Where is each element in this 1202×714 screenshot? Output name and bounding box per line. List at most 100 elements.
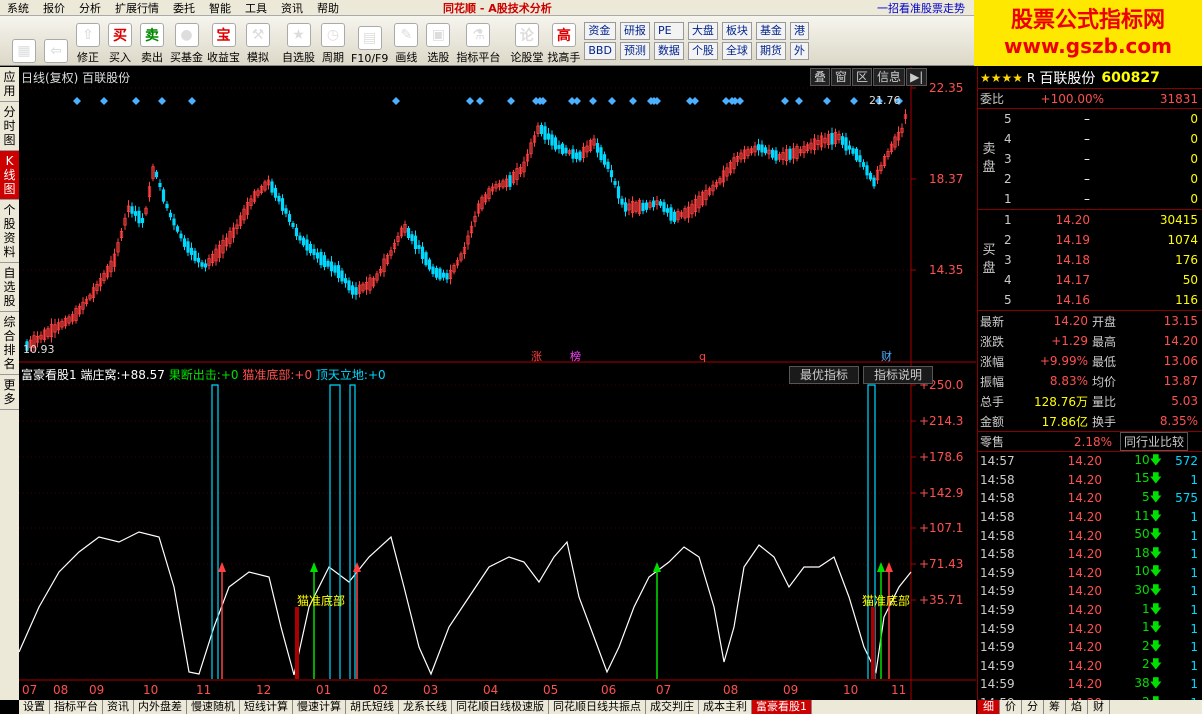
toolbar-dropdown[interactable]: 基金 <box>755 22 786 40</box>
quote-tab[interactable]: 价 <box>1000 700 1022 714</box>
left-tab[interactable]: 自选股 <box>0 263 19 312</box>
hammer-icon: ⚒ <box>246 23 270 47</box>
month-label: 11 <box>891 683 906 697</box>
indicator-tab[interactable]: 成交判庄 <box>646 700 699 714</box>
toolbar-button-label: 买入 <box>109 51 131 64</box>
toolbar-dropdown[interactable]: 个股 <box>687 42 718 60</box>
left-tab[interactable]: 个股资料 <box>0 200 19 263</box>
toolbar-button[interactable]: ◷ 周期 <box>319 17 347 65</box>
indicator-help-button[interactable]: 指标说明 <box>863 366 934 384</box>
toolbar-button[interactable]: ● 买基金 <box>170 17 203 65</box>
tick-price: 14.20 <box>1067 603 1102 618</box>
toolbar-dropdown[interactable]: 期货 <box>755 42 786 60</box>
best-indicator-button[interactable]: 最优指标 <box>789 366 860 384</box>
toolbar-button[interactable]: ▤ F10/F9 <box>351 17 388 65</box>
indicator-tab[interactable]: 慢速计算 <box>293 700 346 714</box>
candle-body <box>623 202 628 212</box>
tick-time: 14:57 <box>980 454 1015 469</box>
toolbar-button[interactable]: ✎ 画线 <box>392 17 420 65</box>
quote-tab[interactable]: 细 <box>978 700 1000 714</box>
quote-tab[interactable]: 分 <box>1022 700 1044 714</box>
quote-tab[interactable]: 财 <box>1088 700 1110 714</box>
indicator-tab[interactable]: 短线计算 <box>240 700 293 714</box>
info-button[interactable]: 信息 <box>873 68 906 86</box>
candle-body <box>763 147 768 154</box>
candle-body <box>441 272 446 278</box>
range-button[interactable]: 区 <box>852 68 873 86</box>
quote-tab[interactable]: 焰 <box>1066 700 1088 714</box>
stat-label: 金额 <box>980 414 1005 429</box>
menu-item[interactable]: 工具 <box>238 0 274 16</box>
indicator-tab[interactable]: 慢速随机 <box>187 700 240 714</box>
menu-item[interactable]: 分析 <box>72 0 108 16</box>
toolbar-button[interactable]: 宝收益宝 <box>207 17 240 65</box>
toolbar-button[interactable]: 买买入 <box>106 17 134 65</box>
menu-item[interactable]: 系统 <box>0 0 36 16</box>
stat-value: 17.86亿 <box>1041 414 1088 429</box>
signal-diamond <box>608 97 616 105</box>
indicator-tab[interactable]: 富豪看股1 <box>752 700 812 714</box>
weibi-label: 委比 <box>980 92 1005 106</box>
menu-item[interactable]: 报价 <box>36 0 72 16</box>
overlay-button[interactable]: 叠 <box>810 68 831 86</box>
toolbar-dropdown[interactable]: 大盘 <box>687 22 718 40</box>
toolbar-dropdown[interactable]: 板块 <box>721 22 752 40</box>
indicator-tab[interactable]: 胡氏短线 <box>346 700 399 714</box>
toolbar-button[interactable]: 高找高手 <box>547 17 580 65</box>
toolbar-dropdown[interactable]: 研报 <box>619 22 650 40</box>
quote-tab[interactable]: 筹 <box>1044 700 1066 714</box>
left-tab[interactable]: 应用 <box>0 67 19 102</box>
toolbar-dropdown[interactable]: 资金 <box>584 22 616 40</box>
indicator-tab[interactable]: 内外盘差 <box>134 700 187 714</box>
indicator-tab[interactable]: 指标平台 <box>50 700 103 714</box>
low-price-label: 10.93 <box>23 343 55 356</box>
indicator-tab[interactable]: 设置 <box>19 700 50 714</box>
toolbar-dropdown[interactable]: 外 <box>789 42 809 60</box>
toolbar-button[interactable]: ▦ <box>10 17 38 65</box>
toolbar-dropdown[interactable]: 全球 <box>721 42 752 60</box>
left-tab[interactable]: K线图 <box>0 151 19 200</box>
toolbar-dropdown[interactable]: 数据 <box>653 42 684 60</box>
menu-item[interactable]: 帮助 <box>310 0 346 16</box>
menu-item[interactable]: 智能 <box>202 0 238 16</box>
toolbar-button[interactable]: 卖卖出 <box>138 17 166 65</box>
toolbar-button[interactable]: ⇧ 修正 <box>74 17 102 65</box>
toolbar-button[interactable]: ⇦ <box>42 17 70 65</box>
toolbar-button[interactable]: ⚒ 模拟 <box>244 17 272 65</box>
indicator-tab[interactable]: 成本主利 <box>699 700 752 714</box>
indicator-tab[interactable]: 龙系长线 <box>399 700 452 714</box>
toolbar-button[interactable]: ★ 自选股 <box>282 17 315 65</box>
toolbar-dropdown[interactable]: 预测 <box>619 42 650 60</box>
menu-item[interactable]: 委托 <box>166 0 202 16</box>
window-button[interactable]: 窗 <box>831 68 852 86</box>
month-label: 01 <box>316 683 331 697</box>
toolbar-dropdown[interactable]: PE <box>653 22 684 40</box>
toolbar-button-label: 卖出 <box>141 51 163 64</box>
toolbar-button[interactable]: ⚗ 指标平台 <box>456 17 500 65</box>
left-tab[interactable]: 更多 <box>0 375 19 410</box>
toolbar-button[interactable]: ▣ 选股 <box>424 17 452 65</box>
tick-count: 1 <box>1190 621 1198 636</box>
toolbar-button[interactable]: 论论股堂 <box>510 17 543 65</box>
candle-body <box>595 143 600 153</box>
toolbar-dropdown-group: 基金 期货 <box>755 17 786 65</box>
menu-item[interactable]: 扩展行情 <box>108 0 166 16</box>
tick-count: 1 <box>1190 640 1198 655</box>
expand-button[interactable]: ▶| <box>906 68 928 86</box>
sells-label: 卖盘 <box>982 142 996 175</box>
tick-time: 14:59 <box>980 658 1015 673</box>
quote-panel: ★★★★ R 百联股份 600827 委比 +100.00% 31831 卖盘5… <box>977 67 1202 714</box>
menu-item[interactable]: 资讯 <box>274 0 310 16</box>
left-tab[interactable]: 分时图 <box>0 102 19 151</box>
rating-stars: ★★★★ <box>980 70 1024 85</box>
weibi-value: +100.00% <box>1040 91 1104 106</box>
indicator-tab[interactable]: 同花顺日线共振点 <box>549 700 646 714</box>
tick-time: 14:59 <box>980 584 1015 599</box>
indicator-tab[interactable]: 同花顺日线极速版 <box>452 700 549 714</box>
indicator-tab[interactable]: 资讯 <box>103 700 134 714</box>
down-arrow-icon: 🡇 <box>1149 527 1162 542</box>
toolbar-dropdown[interactable]: 港 <box>789 22 809 40</box>
toolbar-dropdown[interactable]: BBD <box>584 42 616 60</box>
industry-compare-button[interactable]: 同行业比较 <box>1120 432 1189 451</box>
left-tab[interactable]: 综合排名 <box>0 312 19 375</box>
